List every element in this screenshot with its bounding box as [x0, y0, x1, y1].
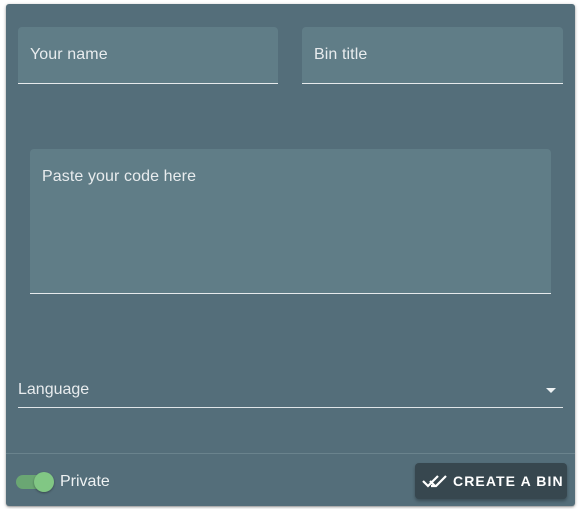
card-actions: Private CREATE A BIN [6, 453, 575, 506]
language-select[interactable]: Language [18, 370, 563, 408]
done-all-icon [422, 475, 447, 488]
bin-title-placeholder: Bin title [314, 46, 368, 63]
create-bin-button[interactable]: CREATE A BIN [415, 463, 567, 499]
create-bin-label: CREATE A BIN [453, 473, 564, 489]
name-field[interactable]: Your name [18, 27, 278, 84]
language-label: Language [18, 381, 90, 398]
private-toggle-thumb[interactable] [34, 472, 54, 492]
create-bin-card: Your name Bin title Paste your code here… [6, 4, 575, 506]
name-placeholder: Your name [30, 46, 108, 63]
code-textarea[interactable]: Paste your code here [30, 149, 551, 294]
private-toggle[interactable] [16, 472, 54, 492]
caret-down-icon[interactable] [546, 388, 556, 393]
private-label: Private [60, 473, 110, 490]
bin-title-field[interactable]: Bin title [302, 27, 563, 84]
code-placeholder: Paste your code here [42, 168, 197, 185]
